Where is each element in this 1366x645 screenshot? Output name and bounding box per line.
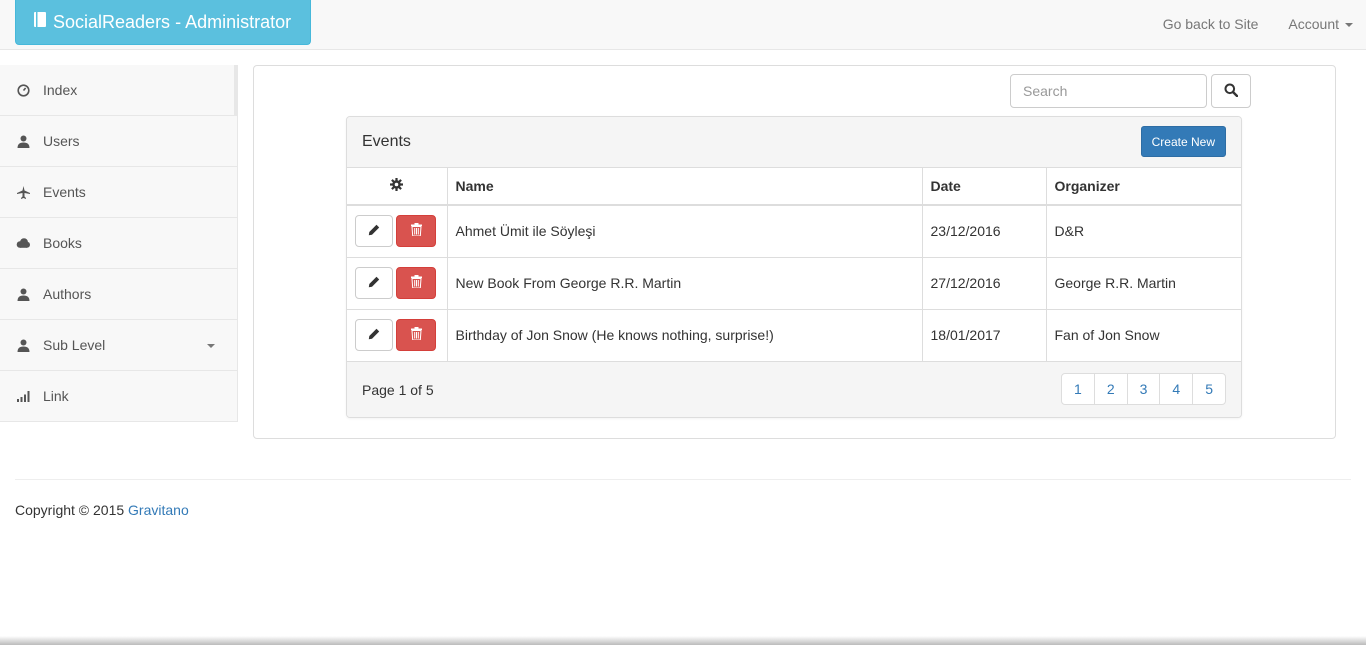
event-organizer-cell: George R.R. Martin	[1046, 257, 1241, 310]
sidebar-item-label: Users	[43, 133, 80, 149]
delete-button[interactable]	[396, 267, 436, 299]
event-name-cell: New Book From George R.R. Martin	[447, 257, 923, 310]
events-panel: Events Create New Name Date Organizer Ah…	[346, 116, 1242, 418]
events-table: Name Date Organizer Ahmet Ümit ile Söyle…	[347, 168, 1241, 362]
account-dropdown[interactable]: Account	[1288, 16, 1353, 32]
gravitano-link[interactable]: Gravitano	[128, 502, 189, 518]
plane-icon	[15, 185, 31, 199]
top-navbar: SocialReaders - Administrator Go back to…	[0, 0, 1366, 50]
event-name-cell: Ahmet Ümit ile Söyleşi	[447, 205, 923, 258]
search-input[interactable]	[1010, 74, 1207, 108]
signal-icon	[15, 389, 31, 403]
event-name-cell: Birthday of Jon Snow (He knows nothing, …	[447, 309, 923, 362]
table-row: Birthday of Jon Snow (He knows nothing, …	[347, 309, 1241, 362]
sidebar-item-label: Sub Level	[43, 337, 106, 353]
delete-button[interactable]	[396, 319, 436, 351]
chevron-down-icon	[207, 344, 215, 348]
create-new-button[interactable]: Create New	[1140, 126, 1226, 157]
table-row: New Book From George R.R. Martin 27/12/2…	[347, 257, 1241, 310]
search-icon	[1224, 83, 1239, 100]
page-link-1[interactable]: 1	[1061, 373, 1095, 405]
pencil-icon	[368, 327, 380, 343]
trash-icon	[410, 275, 422, 291]
sidebar-item-authors[interactable]: Authors	[0, 269, 238, 320]
pagination: 1 2 3 4 5	[1061, 373, 1226, 405]
chevron-down-icon	[1345, 23, 1353, 28]
go-back-link[interactable]: Go back to Site	[1163, 16, 1259, 32]
sidebar-item-sub-level[interactable]: Sub Level	[0, 320, 238, 371]
sidebar-item-events[interactable]: Events	[0, 167, 238, 218]
table-row: Ahmet Ümit ile Söyleşi 23/12/2016 D&R	[347, 205, 1241, 258]
event-date-cell: 27/12/2016	[922, 257, 1047, 310]
sidebar-item-index[interactable]: Index	[0, 65, 238, 116]
brand-title: SocialReaders - Administrator	[53, 11, 292, 32]
events-panel-footer: Page 1 of 5 1 2 3 4 5	[347, 362, 1241, 417]
sidebar-item-label: Events	[43, 184, 86, 200]
actions-column-header	[347, 168, 448, 206]
window-bottom-edge	[0, 636, 1366, 645]
pencil-icon	[368, 275, 380, 291]
search-button[interactable]	[1211, 74, 1251, 108]
user-icon	[15, 287, 31, 301]
book-icon	[33, 11, 47, 33]
copyright-text: Copyright © 2015	[15, 502, 125, 518]
date-column-header[interactable]: Date	[922, 168, 1047, 206]
sidebar-item-label: Index	[43, 82, 78, 98]
dashboard-icon	[15, 83, 31, 97]
footer-copyright: Copyright © 2015 Gravitano	[15, 502, 189, 518]
gear-icon	[390, 178, 404, 194]
event-date-cell: 23/12/2016	[922, 205, 1047, 258]
sidebar-item-link[interactable]: Link	[0, 371, 238, 422]
page-info: Page 1 of 5	[362, 382, 434, 398]
sidebar-item-users[interactable]: Users	[0, 116, 238, 167]
page-link-2[interactable]: 2	[1093, 373, 1128, 405]
edit-button[interactable]	[355, 319, 393, 351]
event-organizer-cell: D&R	[1046, 205, 1241, 258]
sidebar: Index Users Events Books Authors Sub Lev…	[0, 65, 238, 422]
trash-icon	[410, 327, 422, 343]
pencil-icon	[368, 223, 380, 239]
cloud-icon	[15, 236, 31, 250]
page-link-3[interactable]: 3	[1126, 373, 1161, 405]
page-link-4[interactable]: 4	[1159, 373, 1194, 405]
event-date-cell: 18/01/2017	[922, 309, 1047, 362]
sidebar-item-label: Authors	[43, 286, 92, 302]
delete-button[interactable]	[396, 215, 436, 248]
account-label: Account	[1288, 16, 1339, 32]
organizer-column-header[interactable]: Organizer	[1046, 168, 1241, 206]
event-organizer-cell: Fan of Jon Snow	[1046, 309, 1241, 362]
footer-divider	[15, 479, 1351, 480]
sidebar-item-label: Link	[43, 388, 69, 404]
user-icon	[15, 338, 31, 352]
events-panel-title: Events	[362, 133, 411, 150]
name-column-header[interactable]: Name	[447, 168, 923, 206]
user-icon	[15, 134, 31, 148]
edit-button[interactable]	[355, 267, 393, 299]
trash-icon	[410, 223, 422, 239]
brand-button[interactable]: SocialReaders - Administrator	[15, 0, 311, 45]
events-panel-heading: Events Create New	[347, 117, 1241, 168]
sidebar-item-books[interactable]: Books	[0, 218, 238, 269]
sidebar-item-label: Books	[43, 235, 82, 251]
edit-button[interactable]	[355, 215, 393, 248]
page-link-5[interactable]: 5	[1192, 373, 1226, 405]
